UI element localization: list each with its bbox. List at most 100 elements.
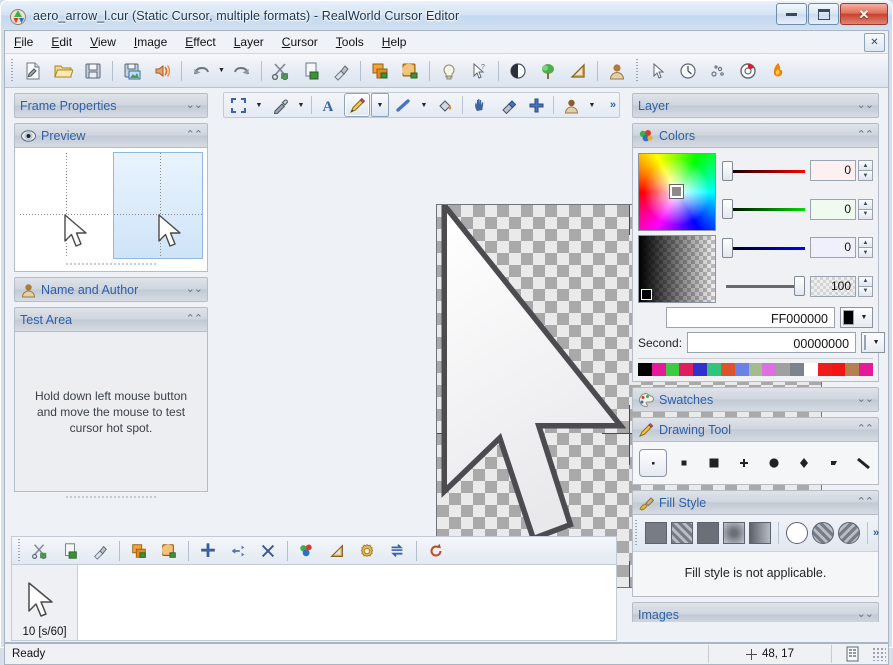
select-dropdown-caret[interactable]: ▼ <box>252 94 266 116</box>
frame-colors-icon[interactable] <box>293 537 321 565</box>
eyedropper-dropdown-caret[interactable]: ▼ <box>294 94 308 116</box>
alpha-spin-down[interactable]: ▼ <box>858 286 873 297</box>
reorder-frames-icon[interactable] <box>224 537 252 565</box>
frames-list[interactable]: 10 [s/60] <box>11 564 617 641</box>
publish-icon[interactable] <box>148 57 176 85</box>
line-dropdown-caret[interactable]: ▼ <box>417 94 431 116</box>
brush-stroke-diagonal[interactable] <box>851 450 877 476</box>
avatar-tool-icon[interactable] <box>558 93 584 117</box>
palette-color-3[interactable] <box>679 363 693 376</box>
blue-slider-thumb[interactable] <box>722 238 733 258</box>
palette-color-10[interactable] <box>776 363 790 376</box>
close-button[interactable]: ✕ <box>840 3 888 25</box>
blue-spin-down[interactable]: ▼ <box>858 247 873 258</box>
undo-icon[interactable] <box>187 57 215 85</box>
palette-color-9[interactable] <box>762 363 776 376</box>
fill-style-header[interactable]: Fill Style ⌃⌃ <box>632 490 879 515</box>
frame-swap-icon[interactable] <box>383 537 411 565</box>
menu-file[interactable]: FFileile <box>5 32 42 53</box>
pencil-tool-icon[interactable] <box>344 93 370 117</box>
user-avatar-icon[interactable] <box>603 57 631 85</box>
green-spin-up[interactable]: ▲ <box>858 199 873 209</box>
circle-hatch[interactable] <box>812 522 834 544</box>
flame-icon[interactable] <box>764 57 792 85</box>
blue-spin-up[interactable]: ▲ <box>858 237 873 247</box>
frame-shape-icon[interactable] <box>323 537 351 565</box>
frame-settings-icon[interactable] <box>353 537 381 565</box>
duplicate-layer-icon[interactable] <box>366 57 394 85</box>
menu-cursor[interactable]: Cursor <box>273 32 327 53</box>
undo-dropdown-caret[interactable]: ▼ <box>216 58 227 84</box>
green-spinner[interactable]: ▲ ▼ <box>858 199 873 220</box>
save-floppy-icon[interactable] <box>79 57 107 85</box>
green-value[interactable]: 0 <box>810 199 856 220</box>
palette-color-4[interactable] <box>693 363 707 376</box>
color-wheel[interactable] <box>638 153 716 231</box>
fill-solid[interactable] <box>645 522 667 544</box>
alpha-spin-up[interactable]: ▲ <box>858 276 873 286</box>
chevron-down-icon[interactable]: ▼ <box>868 333 884 352</box>
name-and-author-header[interactable]: Name and Author ⌄⌄ <box>14 277 208 302</box>
palette-color-5[interactable] <box>707 363 721 376</box>
brush-dot-1px[interactable] <box>639 449 667 477</box>
save-as-image-icon[interactable] <box>118 57 146 85</box>
red-spinner[interactable]: ▲ ▼ <box>858 160 873 181</box>
paste-brush-icon[interactable] <box>327 57 355 85</box>
palette-color-7[interactable] <box>735 363 749 376</box>
menu-effect[interactable]: Effect <box>176 32 224 53</box>
menu-edit[interactable]: Edit <box>42 32 81 53</box>
blue-spinner[interactable]: ▲ ▼ <box>858 237 873 258</box>
toolbar-grip-2[interactable] <box>635 59 640 83</box>
tree-color-icon[interactable] <box>534 57 562 85</box>
palette-color-13[interactable] <box>818 363 832 376</box>
palette-color-11[interactable] <box>790 363 804 376</box>
brush-wedge[interactable] <box>821 450 847 476</box>
palette-color-1[interactable] <box>652 363 666 376</box>
text-tool-icon[interactable]: A <box>316 93 342 117</box>
fill-hatch[interactable] <box>671 522 693 544</box>
cut-scissors-icon[interactable] <box>267 57 295 85</box>
circle-dots[interactable] <box>838 522 860 544</box>
brush-circle[interactable] <box>761 450 787 476</box>
palette-color-14[interactable] <box>832 363 846 376</box>
drawing-tool-header[interactable]: Drawing Tool ⌃⌃ <box>632 417 879 442</box>
menu-tools[interactable]: Tools <box>327 32 373 53</box>
alpha-slider-thumb[interactable] <box>794 276 805 296</box>
close-document-button[interactable]: ✕ <box>864 33 885 52</box>
frame-item[interactable]: 10 [s/60] <box>12 565 78 640</box>
duplicate-frame-icon[interactable] <box>125 537 153 565</box>
test-area-resize-handle[interactable] <box>66 493 156 500</box>
paint-bucket-icon[interactable] <box>432 93 458 117</box>
line-tool-icon[interactable] <box>390 93 416 117</box>
fill-style-overflow[interactable]: » <box>873 527 879 539</box>
eyedropper-icon[interactable] <box>267 93 293 117</box>
palette-color-2[interactable] <box>666 363 680 376</box>
palette-color-15[interactable] <box>845 363 859 376</box>
redo-icon[interactable] <box>228 57 256 85</box>
chevron-up-icon[interactable]: ⌃⌃ <box>857 130 873 141</box>
chevron-up-icon[interactable]: ⌃⌃ <box>186 314 202 325</box>
red-spin-down[interactable]: ▼ <box>858 170 873 181</box>
alpha-slider-track[interactable] <box>722 275 805 297</box>
chevron-up-icon[interactable]: ⌃⌃ <box>857 497 873 508</box>
avatar-dropdown-caret[interactable]: ▼ <box>585 94 599 116</box>
red-slider-thumb[interactable] <box>722 161 733 181</box>
color-wheel-handle[interactable] <box>670 185 683 198</box>
alpha-handle[interactable] <box>641 289 652 300</box>
images-header[interactable]: Images ⌄⌄ <box>632 602 879 622</box>
blue-value[interactable]: 0 <box>810 237 856 258</box>
eraser-icon[interactable] <box>495 93 521 117</box>
test-area-body[interactable]: Hold down left mouse button and move the… <box>14 332 208 492</box>
layer-header[interactable]: Layer ⌄⌄ <box>632 93 879 118</box>
menu-help[interactable]: Help <box>373 32 416 53</box>
shape-icon[interactable] <box>564 57 592 85</box>
cut-frame-icon[interactable] <box>26 537 54 565</box>
red-spin-up[interactable]: ▲ <box>858 160 873 170</box>
menu-layer[interactable]: Layer <box>225 32 273 53</box>
pick-cursor-icon[interactable]: ? <box>465 57 493 85</box>
new-layer-icon[interactable] <box>396 57 424 85</box>
menu-image[interactable]: Image <box>125 32 176 53</box>
chevron-down-icon[interactable]: ⌄⌄ <box>857 394 873 405</box>
lightbulb-icon[interactable] <box>435 57 463 85</box>
red-slider-track[interactable] <box>722 160 805 182</box>
